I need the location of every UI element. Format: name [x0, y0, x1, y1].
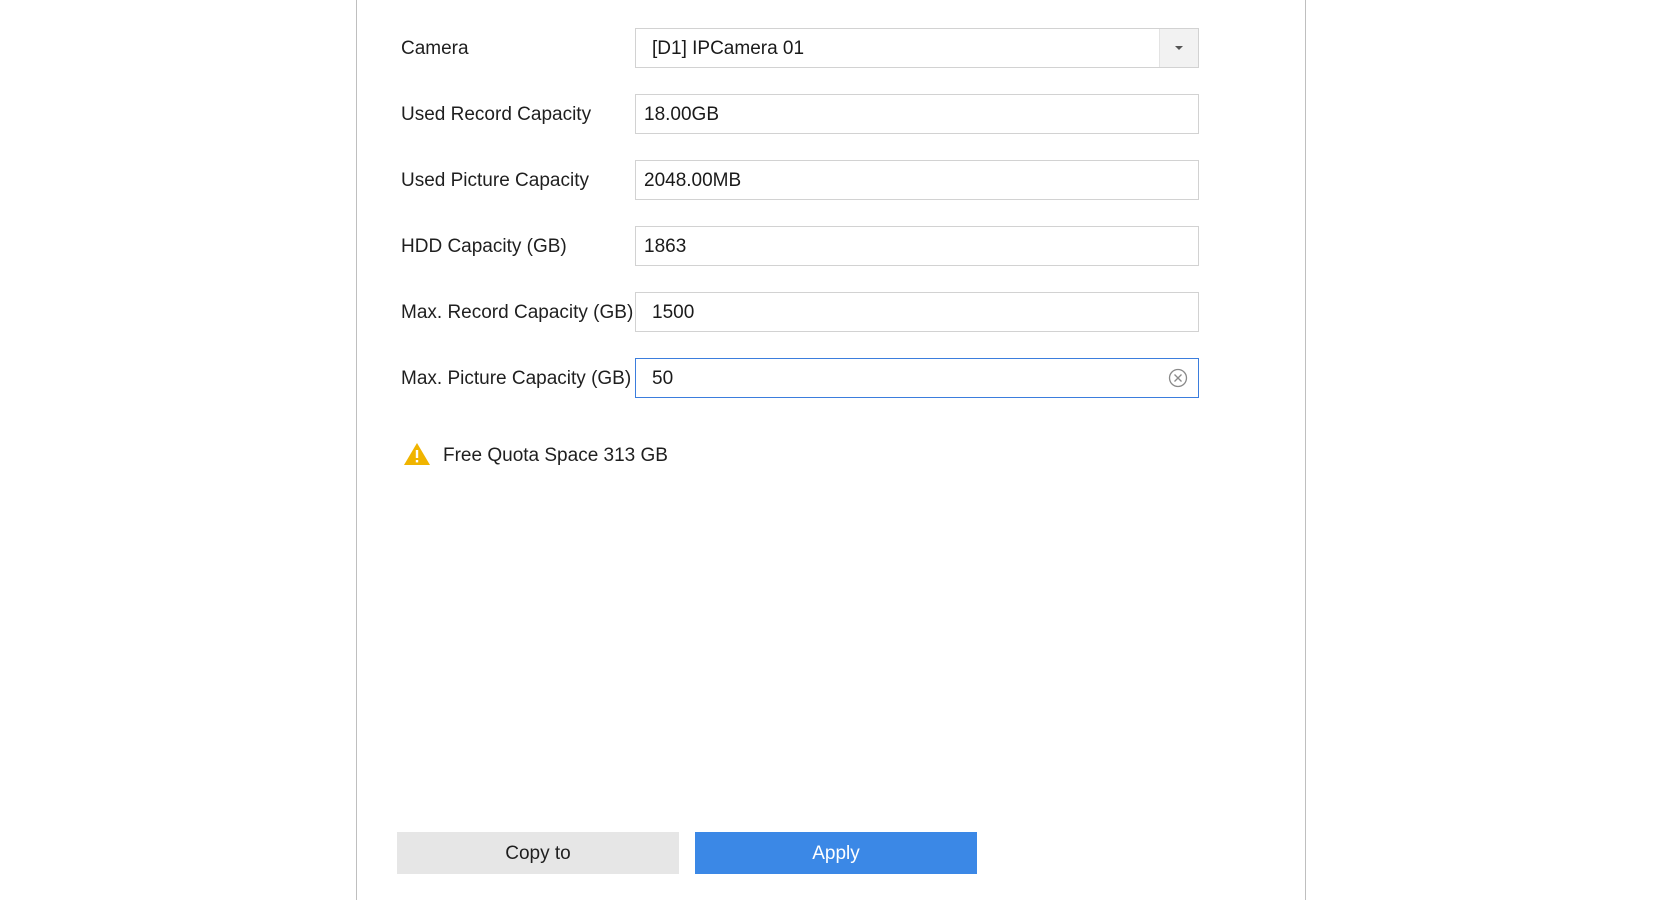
camera-select-value: [D1] IPCamera 01: [652, 38, 805, 59]
max-picture-capacity-label: Max. Picture Capacity (GB): [401, 368, 632, 389]
hdd-capacity-label: HDD Capacity (GB): [401, 236, 567, 257]
used-record-capacity-value: 18.00GB: [644, 104, 719, 125]
free-quota-text: Free Quota Space 313 GB: [443, 445, 668, 466]
max-record-capacity-input[interactable]: 1500: [635, 292, 1199, 332]
max-picture-capacity-input[interactable]: 50: [635, 358, 1199, 398]
apply-button[interactable]: Apply: [695, 832, 977, 874]
used-picture-capacity-label: Used Picture Capacity: [401, 170, 589, 191]
quota-settings-panel: Camera [D1] IPCamera 01 Used Record Capa…: [356, 0, 1306, 900]
hdd-capacity-field: 1863: [635, 226, 1199, 266]
max-picture-capacity-value: 50: [652, 368, 674, 389]
max-record-capacity-label: Max. Record Capacity (GB): [401, 302, 634, 323]
clear-icon[interactable]: [1168, 368, 1188, 388]
used-picture-capacity-row: Used Picture Capacity 2048.00MB: [401, 160, 1231, 202]
max-record-capacity-value: 1500: [652, 302, 695, 323]
max-record-capacity-row: Max. Record Capacity (GB) 1500: [401, 292, 1231, 334]
camera-row: Camera [D1] IPCamera 01: [401, 28, 1231, 70]
hdd-capacity-row: HDD Capacity (GB) 1863: [401, 226, 1231, 268]
used-record-capacity-field: 18.00GB: [635, 94, 1199, 134]
camera-label: Camera: [401, 38, 469, 59]
copy-to-button[interactable]: Copy to: [397, 832, 679, 874]
used-picture-capacity-value: 2048.00MB: [644, 170, 742, 191]
used-record-capacity-row: Used Record Capacity 18.00GB: [401, 94, 1231, 136]
used-picture-capacity-field: 2048.00MB: [635, 160, 1199, 200]
max-picture-capacity-row: Max. Picture Capacity (GB) 50: [401, 358, 1231, 400]
hdd-capacity-value: 1863: [644, 236, 687, 257]
chevron-down-icon: [1175, 46, 1183, 50]
camera-dropdown-button[interactable]: [1159, 29, 1198, 67]
used-record-capacity-label: Used Record Capacity: [401, 104, 592, 125]
camera-select[interactable]: [D1] IPCamera 01: [635, 28, 1199, 68]
warning-icon: [404, 443, 430, 465]
